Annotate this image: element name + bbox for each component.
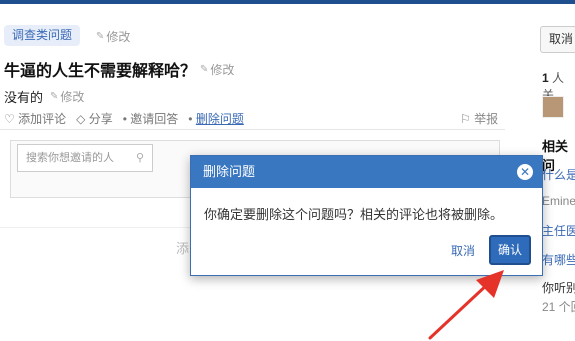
invite-answer-button[interactable]: • 邀请回答 [123,110,179,127]
edit-topic-label: 修改 [106,30,131,44]
dialog-footer: 取消 确认 [447,235,531,265]
question-actions: ♡ 添加评论 ◇ 分享 • 邀请回答 • 删除问题 [4,110,244,127]
edit-title-link[interactable]: ✎ 修改 [200,61,234,78]
follower-count-number: 1 [542,71,549,85]
delete-confirm-dialog: 删除问题 ✕ 你确定要删除这个问题吗？相关的评论也将被删除。 取消 确认 [190,155,543,276]
report-button[interactable]: ⚐ 举报 [460,110,498,127]
divider [0,129,505,130]
cancel-button[interactable]: 取消 [447,242,479,259]
top-bar [0,0,575,4]
dialog-title: 删除问题 [203,164,256,179]
dialog-header: 删除问题 ✕ [191,156,542,188]
related-question-meta: Emine [542,194,575,208]
share-label: 分享 [88,112,113,126]
avatar[interactable] [542,96,564,118]
answer-editor-hint: 添 [176,241,190,256]
delete-question-link[interactable]: • 删除问题 [188,110,244,127]
edit-topic-link[interactable]: ✎ 修改 [96,28,130,45]
add-comment-label: 添加评论 [18,112,67,126]
question-detail: 没有的 [4,90,44,105]
invite-answer-label: 邀请回答 [130,112,179,126]
invite-search-placeholder: 搜索你想邀请的人 [26,152,114,164]
close-icon[interactable]: ✕ [517,164,533,180]
pencil-icon: ✎ [96,31,105,42]
related-question-link[interactable]: 主任医 [542,222,575,239]
cancel-follow-button[interactable]: 取消 [540,26,575,53]
pencil-icon: ✎ [200,64,209,75]
edit-detail-link[interactable]: ✎ 修改 [50,88,84,105]
related-question-link[interactable]: 你听别 [542,279,575,296]
annotation-arrow-icon [428,270,504,340]
edit-detail-label: 修改 [60,90,85,104]
pencil-icon: ✎ [50,91,59,102]
comment-icon: ♡ [4,112,15,126]
dot-separator: • [188,112,193,126]
dot-separator: • [122,112,127,126]
search-icon: ⚲ [135,152,144,164]
question-topic-tag[interactable]: 调查类问题 [4,25,81,46]
related-question-meta: 21 个回 [542,300,575,314]
question-title: 牛逼的人生不需要解释哈？ [4,63,197,80]
invite-search-input[interactable]: 搜索你想邀请的人 ⚲ [17,144,153,172]
confirm-button[interactable]: 确认 [489,235,531,265]
report-label: 举报 [474,112,499,126]
add-comment-button[interactable]: ♡ 添加评论 [4,110,66,127]
share-button[interactable]: ◇ 分享 [76,110,113,127]
dialog-message: 你确定要删除这个问题吗？相关的评论也将被删除。 [204,207,504,222]
related-question-link[interactable]: 有哪些 [542,251,575,268]
related-question-link[interactable]: 什么是 [542,166,575,183]
share-icon: ◇ [76,112,86,126]
edit-title-label: 修改 [210,63,235,77]
delete-question-label: 删除问题 [195,112,244,126]
flag-icon: ⚐ [460,112,471,126]
